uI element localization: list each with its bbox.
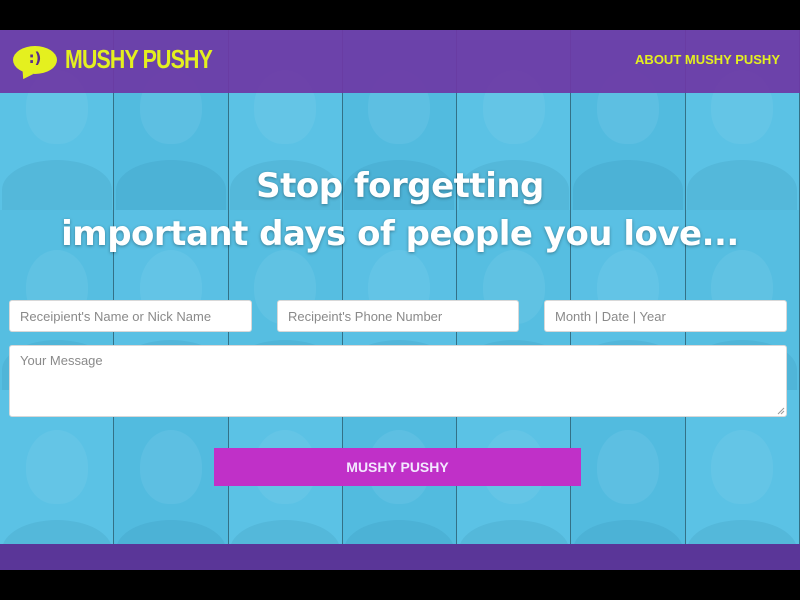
submit-button[interactable]: MUSHY PUSHY (214, 448, 581, 486)
about-link[interactable]: ABOUT MUSHY PUSHY (635, 52, 780, 67)
brand-name: MUSHY PUSHY (65, 44, 213, 74)
speech-bubble-smiley-icon: :) (13, 45, 57, 74)
hero-headline: Stop forgetting important days of people… (0, 162, 800, 258)
headline-line-2: important days of people you love... (61, 214, 739, 254)
page-viewport: :) MUSHY PUSHY ABOUT MUSHY PUSHY Stop fo… (0, 30, 800, 570)
headline-line-1: Stop forgetting (256, 166, 544, 206)
brand-logo[interactable]: :) MUSHY PUSHY (13, 44, 244, 75)
message-textarea[interactable] (9, 345, 787, 417)
recipient-phone-input[interactable] (277, 300, 519, 332)
date-input[interactable] (544, 300, 787, 332)
footer-bar (0, 544, 800, 570)
resize-grip-icon[interactable] (776, 406, 785, 415)
logo-smiley-text: :) (28, 48, 42, 67)
recipient-name-input[interactable] (9, 300, 252, 332)
top-navbar: :) MUSHY PUSHY ABOUT MUSHY PUSHY (0, 30, 800, 93)
